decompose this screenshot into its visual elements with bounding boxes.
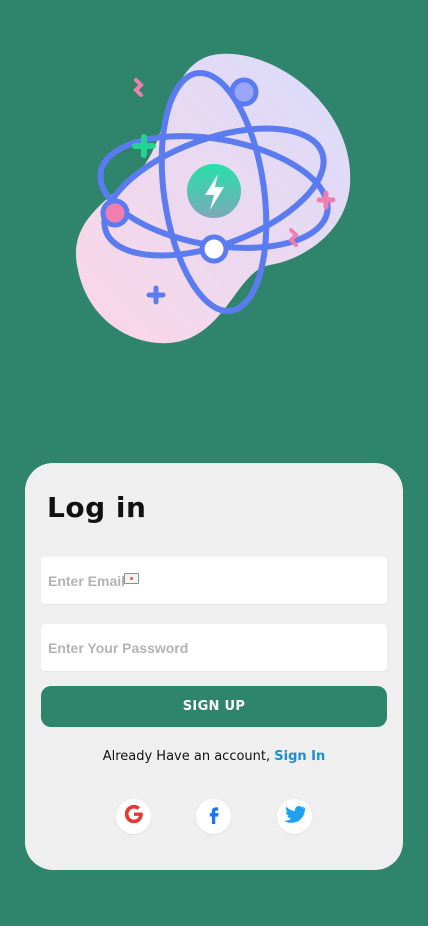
signin-link[interactable]: Sign In — [274, 749, 325, 764]
twitter-button[interactable] — [277, 799, 312, 834]
signup-button[interactable]: SIGN UP — [41, 686, 387, 727]
password-field-container — [41, 624, 387, 671]
facebook-icon — [204, 803, 224, 830]
google-icon — [123, 803, 145, 830]
account-prompt-line: Already Have an account, Sign In — [25, 749, 403, 764]
atom-illustration — [70, 50, 360, 350]
account-prompt: Already Have an account, — [102, 749, 271, 764]
twitter-icon — [281, 802, 309, 831]
facebook-button[interactable] — [196, 799, 231, 834]
google-button[interactable] — [116, 799, 151, 834]
page-title: Log in — [47, 491, 147, 524]
envelope-icon — [124, 573, 139, 584]
email-field[interactable] — [41, 572, 387, 589]
email-field-container — [41, 557, 387, 604]
login-card: Log in SIGN UP Already Have an account, … — [25, 463, 403, 870]
password-field[interactable] — [41, 639, 387, 656]
